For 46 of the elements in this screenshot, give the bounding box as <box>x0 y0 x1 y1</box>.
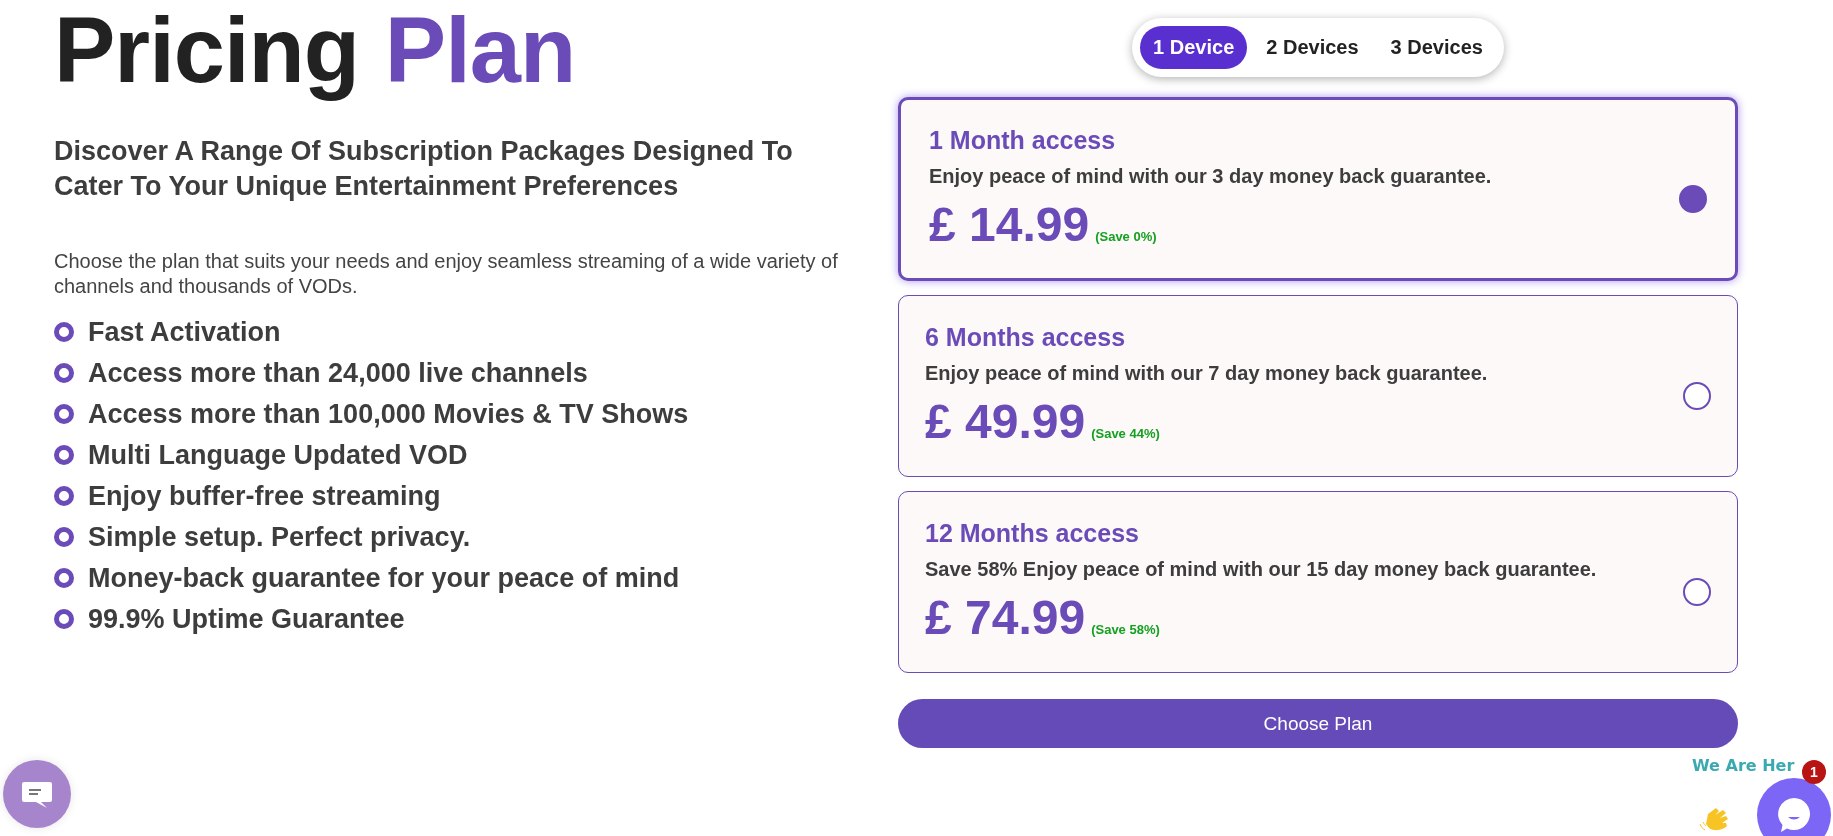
feature-text: 99.9% Uptime Guarantee <box>88 603 405 635</box>
feature-text: Access more than 24,000 live channels <box>88 357 588 389</box>
plan-title: 6 Months access <box>925 322 1127 352</box>
tagline-text: We Are Her <box>1692 756 1795 776</box>
heading-accent-text: Plan <box>384 0 576 100</box>
plan-title: 12 Months access <box>925 518 1140 548</box>
plan-price: £ 49.99 <box>925 394 1086 450</box>
chat-button[interactable] <box>1757 778 1831 836</box>
plan-radio[interactable] <box>1683 382 1711 410</box>
plan-radio[interactable] <box>1683 578 1711 606</box>
bullet-icon <box>54 486 74 506</box>
plan-card[interactable]: 12 Months access Save 58% Enjoy peace of mind with our 15 day money back guarantee. £ 74.99(Save 58%) <box>898 491 1738 673</box>
saving-text: (Save 58%) <box>1091 622 1160 637</box>
feature-text: Enjoy buffer-free streaming <box>88 480 441 512</box>
plan-price: £ 74.99 <box>925 590 1086 646</box>
feature-text: Multi Language Updated VOD <box>88 439 468 471</box>
bullet-icon <box>54 363 74 383</box>
plan-title: 1 Month access <box>929 125 1117 155</box>
plan-card[interactable]: 1 Month access Enjoy peace of mind with our 3 day money back guarantee. £ 14.99(Save 0%) <box>898 97 1738 281</box>
feature-text: Simple setup. Perfect privacy. <box>88 521 471 553</box>
feature-text: Access more than 100,000 Movies & TV Shows <box>88 398 689 430</box>
plan-description: Save 58% Enjoy peace of mind with our 15 day money back guarantee. <box>925 557 1598 582</box>
plan-price: £ 14.99 <box>929 197 1090 253</box>
heading-text: Pricing <box>54 0 359 100</box>
bullet-icon <box>54 445 74 465</box>
bullet-icon <box>54 404 74 424</box>
bullet-icon <box>54 568 74 588</box>
speech-bubble-icon <box>1775 796 1813 834</box>
bullet-icon <box>54 609 74 629</box>
plan-description: Enjoy peace of mind with our 3 day money back guarantee. <box>929 164 1493 189</box>
unread-count-badge: 1 <box>1802 760 1826 784</box>
device-tab[interactable]: 3 Devices <box>1377 26 1496 69</box>
device-tab[interactable]: 1 Device <box>1140 26 1248 69</box>
device-tab[interactable]: 2 Devices <box>1253 26 1372 69</box>
plan-card[interactable]: 6 Months access Enjoy peace of mind with our 7 day money back guarantee. £ 49.99(Save 44%) <box>898 295 1738 477</box>
plan-radio[interactable] <box>1679 185 1707 213</box>
saving-text: (Save 44%) <box>1091 426 1160 441</box>
plan-description: Enjoy peace of mind with our 7 day money back guarantee. <box>925 361 1489 386</box>
choose-plan-button[interactable]: Choose Plan <box>898 699 1738 748</box>
bullet-icon <box>54 527 74 547</box>
subtitle: Discover A Range Of Subscription Packages Designed To Cater To Your Unique Entertainment Preferences <box>54 135 794 203</box>
feature-text: Fast Activation <box>88 316 281 348</box>
bullet-icon <box>54 322 74 342</box>
intro-text: Choose the plan that suits your needs and enjoy seamless streaming of a wide variety of channels and thousands of VODs. <box>54 249 839 299</box>
saving-text: (Save 0%) <box>1095 229 1157 244</box>
feature-text: Money-back guarantee for your peace of mind <box>88 562 680 594</box>
